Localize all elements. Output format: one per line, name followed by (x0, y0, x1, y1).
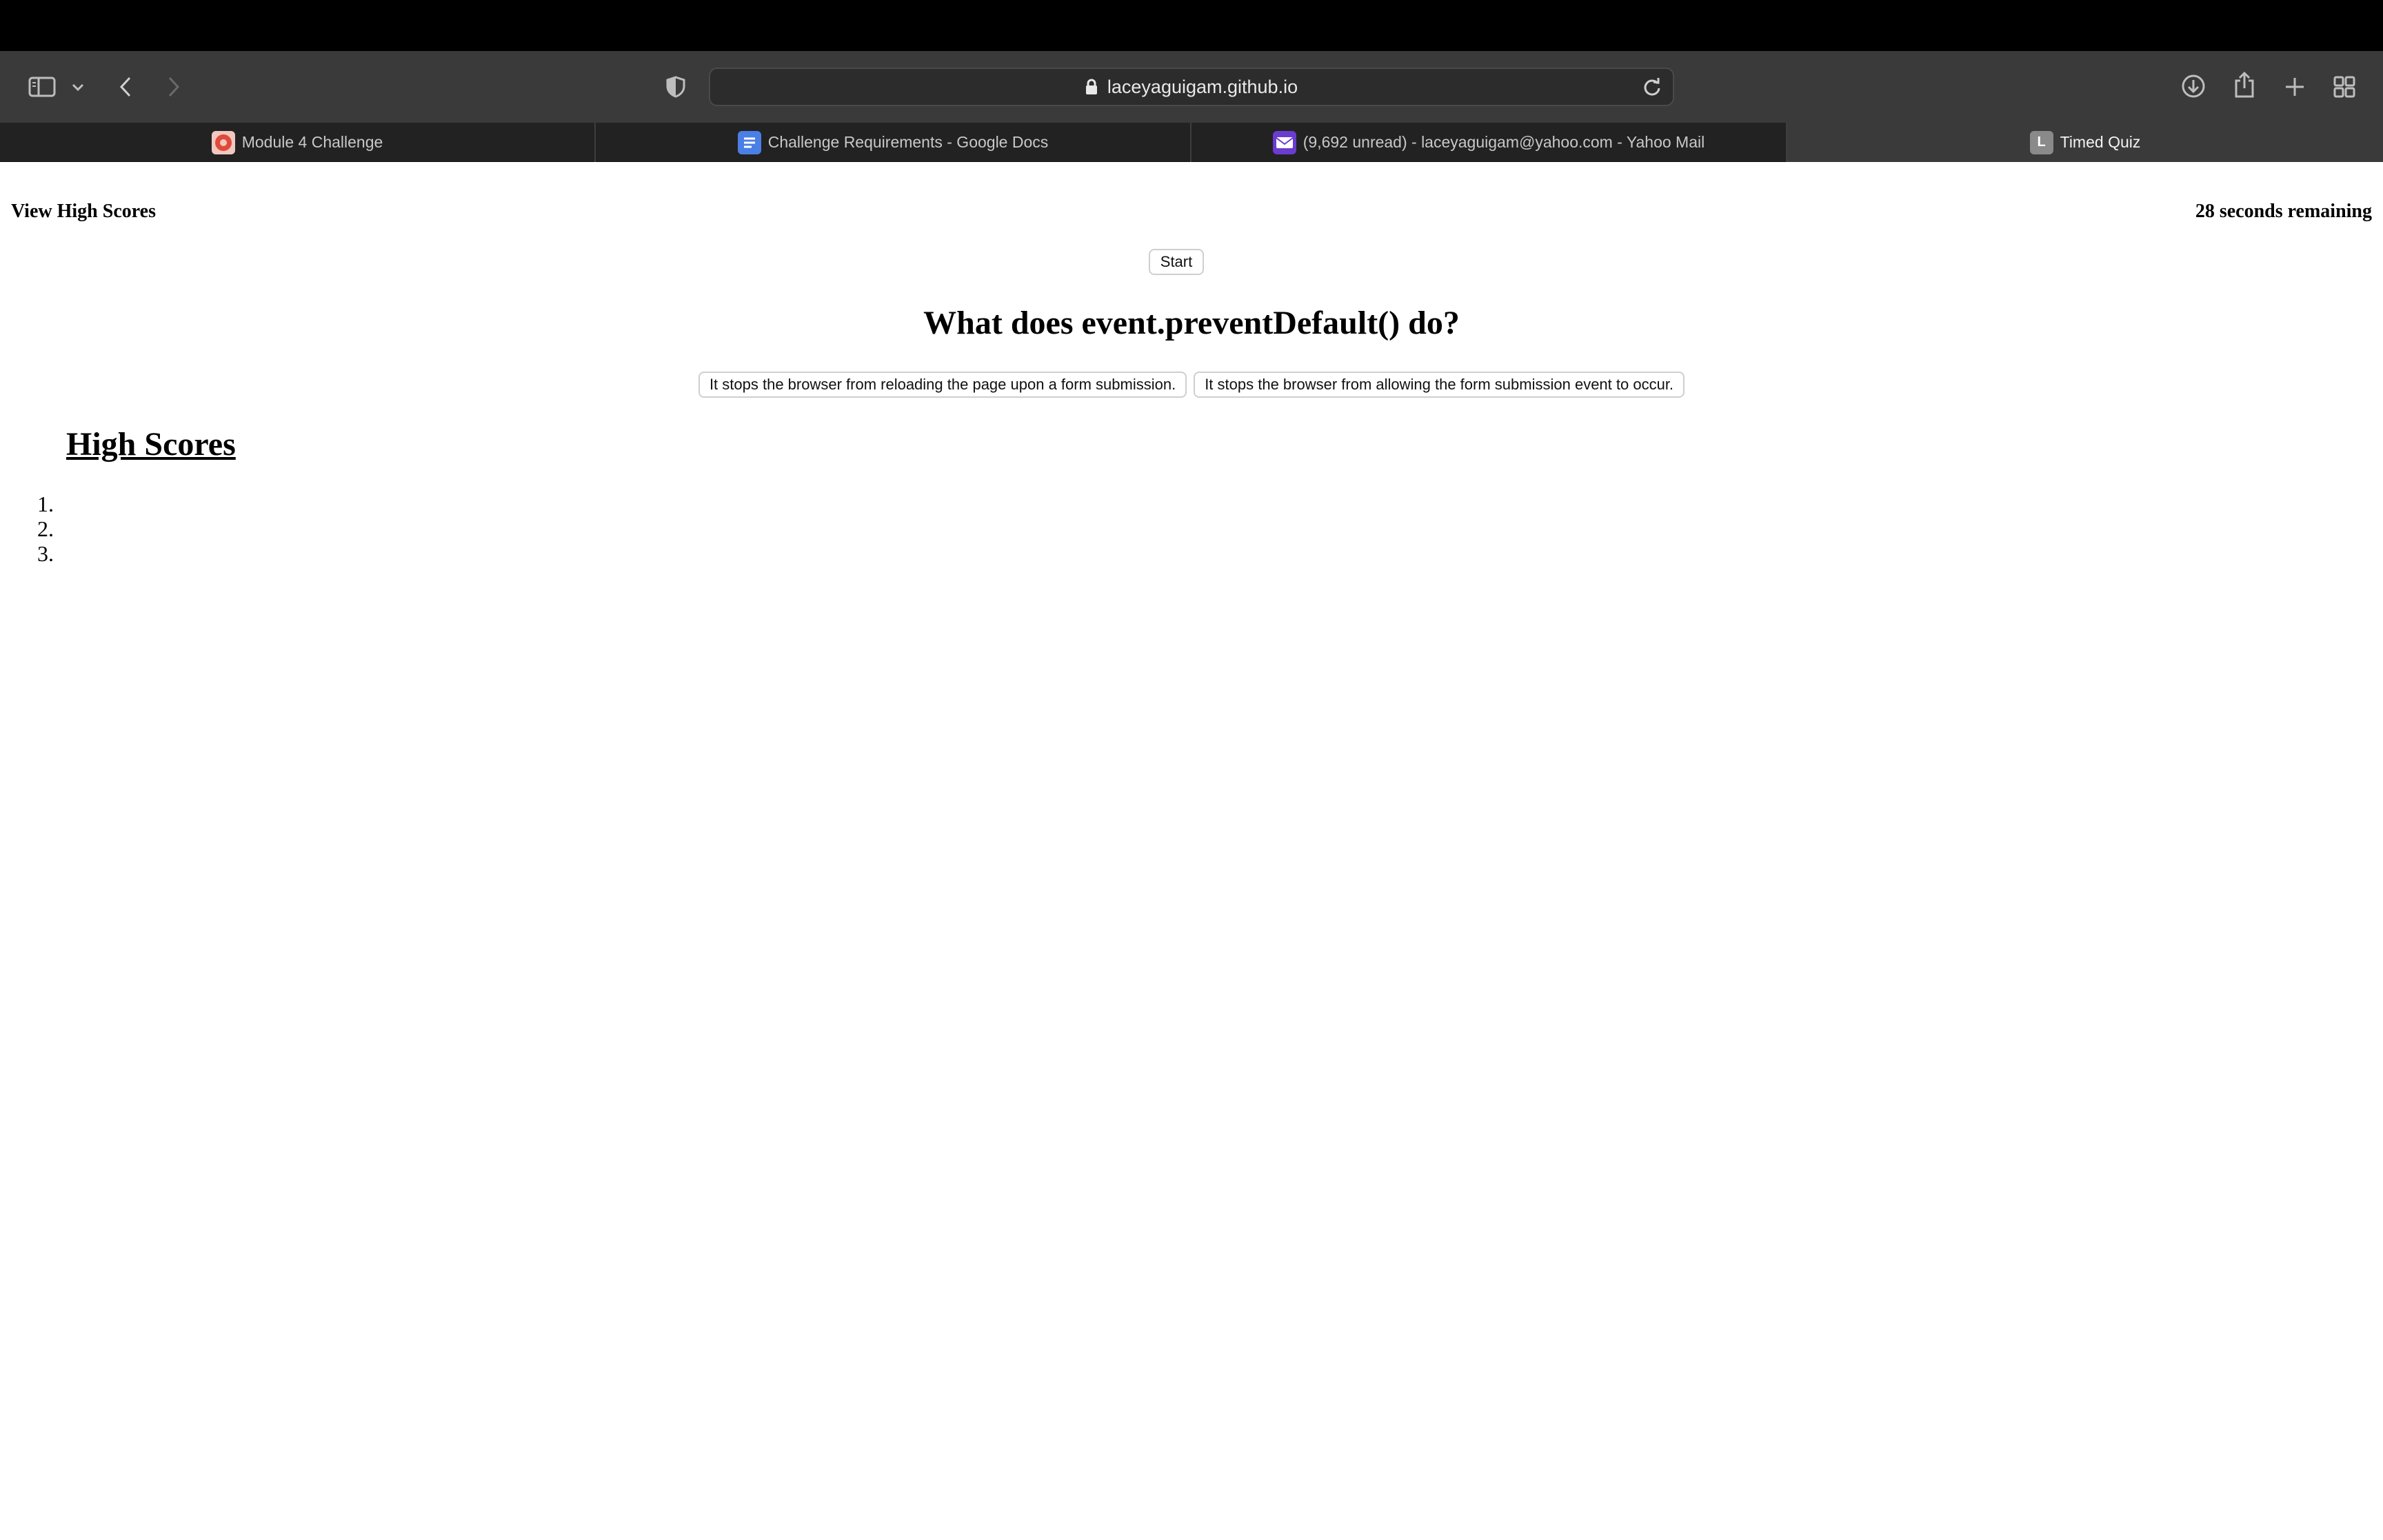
downloads-icon[interactable] (2179, 72, 2208, 101)
google-docs-favicon-icon (737, 130, 761, 154)
tab-yahoo-mail[interactable]: (9,692 unread) - laceyaguigam@yahoo.com … (1192, 123, 1787, 162)
sidebar-toggle-icon[interactable] (26, 73, 58, 101)
reload-icon[interactable] (1641, 77, 1663, 99)
tab-label: (9,692 unread) - laceyaguigam@yahoo.com … (1303, 133, 1705, 151)
tab-google-docs[interactable]: Challenge Requirements - Google Docs (596, 123, 1192, 162)
privacy-shield-icon[interactable] (663, 73, 688, 101)
chevron-down-icon[interactable] (68, 77, 88, 98)
tab-label: Timed Quiz (2060, 133, 2141, 151)
start-button[interactable]: Start (1149, 249, 1204, 275)
list-item: 2. (0, 516, 55, 541)
url-text: laceyaguigam.github.io (1107, 76, 1298, 97)
module-favicon-icon (211, 130, 235, 154)
yahoo-mail-favicon-icon (1272, 130, 1296, 154)
letter-l-favicon-icon: L (2029, 130, 2053, 154)
menu-bar-strip (0, 0, 2383, 51)
answer-options: It stops the browser from reloading the … (0, 372, 2383, 398)
high-scores-list: 1. 2. 3. (0, 492, 55, 566)
browser-toolbar: laceyaguigam.github.io (0, 51, 2383, 123)
share-icon[interactable] (2230, 69, 2259, 101)
list-item-number: 2. (37, 516, 54, 541)
new-tab-icon[interactable] (2281, 73, 2309, 101)
address-bar[interactable]: laceyaguigam.github.io (709, 68, 1674, 106)
list-item: 1. (0, 492, 55, 516)
forward-icon[interactable] (161, 73, 186, 101)
tab-label: Challenge Requirements - Google Docs (767, 133, 1049, 151)
lock-icon (1085, 79, 1097, 94)
list-item-number: 3. (37, 541, 54, 566)
answer-button-2[interactable]: It stops the browser from allowing the f… (1194, 372, 1685, 398)
view-high-scores-link[interactable]: View High Scores (11, 201, 156, 223)
page-content: View High Scores 28 seconds remaining St… (0, 162, 2383, 1540)
tab-bar: Module 4 Challenge Challenge Requirement… (0, 123, 2383, 162)
back-icon[interactable] (113, 73, 138, 101)
question-heading: What does event.preventDefault() do? (923, 305, 1460, 341)
tab-overview-icon[interactable] (2331, 73, 2358, 101)
answer-button-1[interactable]: It stops the browser from reloading the … (698, 372, 1187, 398)
tab-module-4-challenge[interactable]: Module 4 Challenge (0, 123, 596, 162)
timer-text: 28 seconds remaining (2195, 201, 2372, 222)
list-item-number: 1. (37, 492, 54, 516)
list-item: 3. (0, 541, 55, 566)
tab-timed-quiz[interactable]: L Timed Quiz (1787, 123, 2383, 162)
tab-label: Module 4 Challenge (241, 133, 383, 151)
high-scores-heading: High Scores (66, 426, 236, 463)
